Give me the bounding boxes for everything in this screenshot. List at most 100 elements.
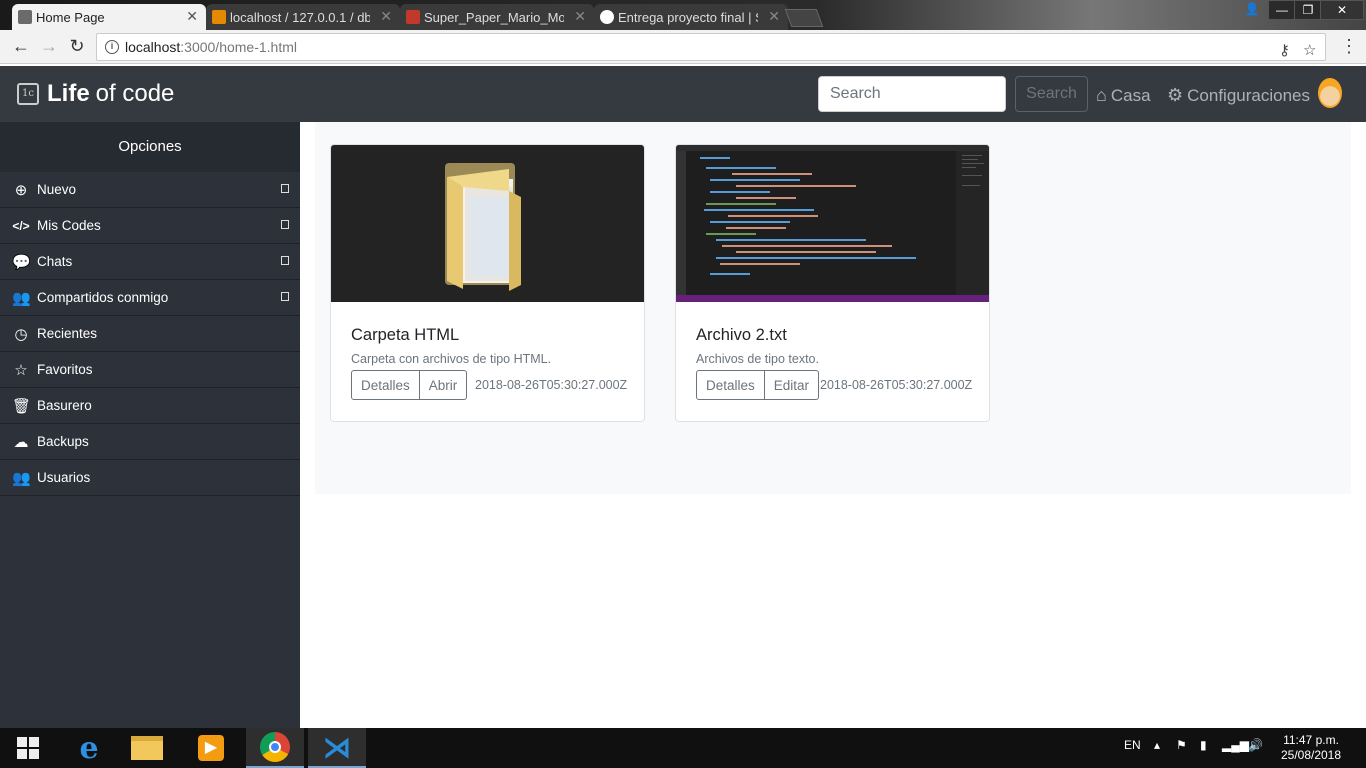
folder-thumbnail[interactable] [331, 145, 644, 302]
browser-tab-entrega[interactable]: Entrega proyecto final | S ✕ [594, 4, 788, 30]
brand-rest: of code [95, 80, 175, 107]
sidebar-item-compartidos[interactable]: 👥 Compartidos conmigo [0, 280, 300, 316]
code-icon: </> [12, 218, 30, 233]
network-icon[interactable]: ▂▄▆ [1222, 738, 1249, 752]
code-editor-preview [676, 145, 989, 302]
home-icon: ⌂ [1096, 85, 1107, 105]
flag-icon[interactable]: ⚑ [1176, 738, 1187, 752]
sidebar-item-favoritos[interactable]: ☆ Favoritos [0, 352, 300, 388]
avatar[interactable] [1318, 78, 1342, 108]
chat-icon: 💬 [12, 253, 31, 271]
bookmark-star-icon[interactable]: ☆ [1303, 38, 1316, 64]
sidebar-item-label: Usuarios [37, 470, 91, 485]
sidebar-item-label: Recientes [37, 326, 98, 341]
close-window-button[interactable]: ✕ [1320, 0, 1364, 20]
expand-icon[interactable] [281, 256, 289, 265]
media-player-icon[interactable]: ▶ [182, 728, 240, 768]
details-button[interactable]: Detalles [351, 370, 420, 400]
expand-icon[interactable] [281, 184, 289, 193]
file-card-folder: Carpeta HTML Carpeta con archivos de tip… [330, 144, 645, 422]
browser-tab-mario[interactable]: Super_Paper_Mario_MoP ✕ [400, 4, 594, 30]
expand-icon[interactable] [281, 220, 289, 229]
sidebar-item-usuarios[interactable]: 👥 Usuarios [0, 460, 300, 496]
windows-start-icon[interactable] [0, 728, 56, 768]
app-navbar: 1c Life of code Search ⌂ Casa ⚙ Configur… [0, 66, 1366, 122]
search-input[interactable] [818, 76, 1006, 112]
logo-icon: 1c [17, 83, 39, 105]
chevron-up-icon[interactable]: ▴ [1154, 738, 1160, 752]
sidebar-item-mis-codes[interactable]: </> Mis Codes [0, 208, 300, 244]
gear-icon: ⚙ [1167, 85, 1184, 105]
sidebar-item-backups[interactable]: ☁ Backups [0, 424, 300, 460]
sidebar-item-label: Nuevo [37, 182, 77, 197]
battery-icon[interactable]: ▮ [1200, 738, 1207, 752]
expand-icon[interactable] [281, 292, 289, 301]
address-bar[interactable]: i localhost:3000/home-1.html ⚷ ☆ [96, 33, 1326, 61]
edit-button[interactable]: Editar [764, 370, 820, 400]
browser-toolbar: ← → ↻ i localhost:3000/home-1.html ⚷ ☆ ⋮ [0, 30, 1366, 64]
brand[interactable]: 1c Life of code [17, 80, 174, 108]
url-host: localhost [125, 39, 181, 55]
card-description: Carpeta con archivos de tipo HTML. [351, 352, 552, 366]
reload-icon[interactable]: ↻ [66, 35, 88, 57]
browser-tab-home[interactable]: Home Page ✕ [12, 4, 206, 30]
sidebar-item-label: Favoritos [37, 362, 93, 377]
sidebar-item-recientes[interactable]: ◷ Recientes [0, 316, 300, 352]
url-path: :3000/home-1.html [180, 39, 297, 55]
details-button[interactable]: Detalles [696, 370, 765, 400]
star-icon: ☆ [14, 361, 28, 379]
site-favicon-icon [600, 10, 614, 24]
cloud-upload-icon: ☁ [13, 433, 29, 451]
trash-icon: 🗑 [12, 397, 32, 415]
restore-button[interactable]: ❐ [1294, 0, 1322, 20]
card-button-group: Detalles Abrir [351, 370, 468, 400]
chrome-icon[interactable] [246, 728, 304, 768]
nav-home-link[interactable]: ⌂ Casa [1096, 85, 1151, 106]
browser-tab-phpmyadmin[interactable]: localhost / 127.0.0.1 / db ✕ [206, 4, 400, 30]
file-explorer-icon[interactable] [118, 728, 176, 768]
tab-title: Super_Paper_Mario_MoP [424, 9, 564, 25]
key-icon[interactable]: ⚷ [1279, 38, 1290, 64]
new-tab-button[interactable] [784, 9, 824, 27]
sidebar-item-label: Compartidos conmigo [37, 290, 169, 305]
card-button-group: Detalles Editar [696, 370, 820, 400]
close-tab-icon[interactable]: ✕ [380, 8, 392, 25]
open-button[interactable]: Abrir [419, 370, 468, 400]
search-button[interactable]: Search [1015, 76, 1088, 112]
close-tab-icon[interactable]: ✕ [574, 8, 586, 25]
brand-bold: Life [47, 80, 90, 107]
card-title: Archivo 2.txt [696, 326, 787, 344]
vscode-icon[interactable]: ⋊ [308, 728, 366, 768]
language-indicator[interactable]: EN [1124, 738, 1141, 752]
sidebar-item-label: Backups [37, 434, 89, 449]
nav-settings-link[interactable]: ⚙ Configuraciones [1167, 85, 1310, 106]
back-arrow-icon[interactable]: ← [10, 35, 32, 57]
clock-date: 25/08/2018 [1280, 748, 1342, 762]
volume-icon[interactable]: 🔊 [1248, 738, 1263, 752]
sidebar-item-nuevo[interactable]: ⊕ Nuevo [0, 172, 300, 208]
internet-explorer-icon[interactable]: e [60, 728, 118, 768]
close-tab-icon[interactable]: ✕ [768, 8, 780, 25]
close-tab-icon[interactable]: ✕ [186, 8, 198, 25]
taskbar: e ▶ ⋊ EN ▴ ⚑ ▮ ▂▄▆ 🔊 11:47 p.m. 25/08/20… [0, 728, 1366, 768]
browser-menu-icon[interactable]: ⋮ [1340, 36, 1358, 57]
card-title: Carpeta HTML [351, 326, 460, 344]
sidebar-item-basurero[interactable]: 🗑 Basurero [0, 388, 300, 424]
file-card-text: Archivo 2.txt Archivos de tipo texto. De… [675, 144, 990, 422]
clock[interactable]: 11:47 p.m. 25/08/2018 [1276, 733, 1346, 763]
sidebar-item-chats[interactable]: 💬 Chats [0, 244, 300, 280]
forward-arrow-icon[interactable]: → [38, 35, 60, 57]
tab-title: localhost / 127.0.0.1 / db [230, 9, 370, 25]
sidebar-item-label: Basurero [37, 398, 92, 413]
card-date: 2018-08-26T05:30:27.000Z [475, 378, 628, 392]
minimize-button[interactable]: — [1268, 0, 1296, 20]
users-icon: 👥 [12, 289, 31, 307]
info-icon[interactable]: i [105, 40, 119, 54]
profile-icon[interactable]: 👤 [1238, 0, 1266, 20]
clock-time: 11:47 p.m. [1283, 733, 1339, 747]
wiki-favicon-icon [406, 10, 420, 24]
plus-circle-icon: ⊕ [14, 181, 28, 199]
code-editor-thumbnail[interactable] [676, 145, 989, 302]
page-favicon-icon [18, 10, 32, 24]
tab-title: Home Page [36, 9, 105, 25]
